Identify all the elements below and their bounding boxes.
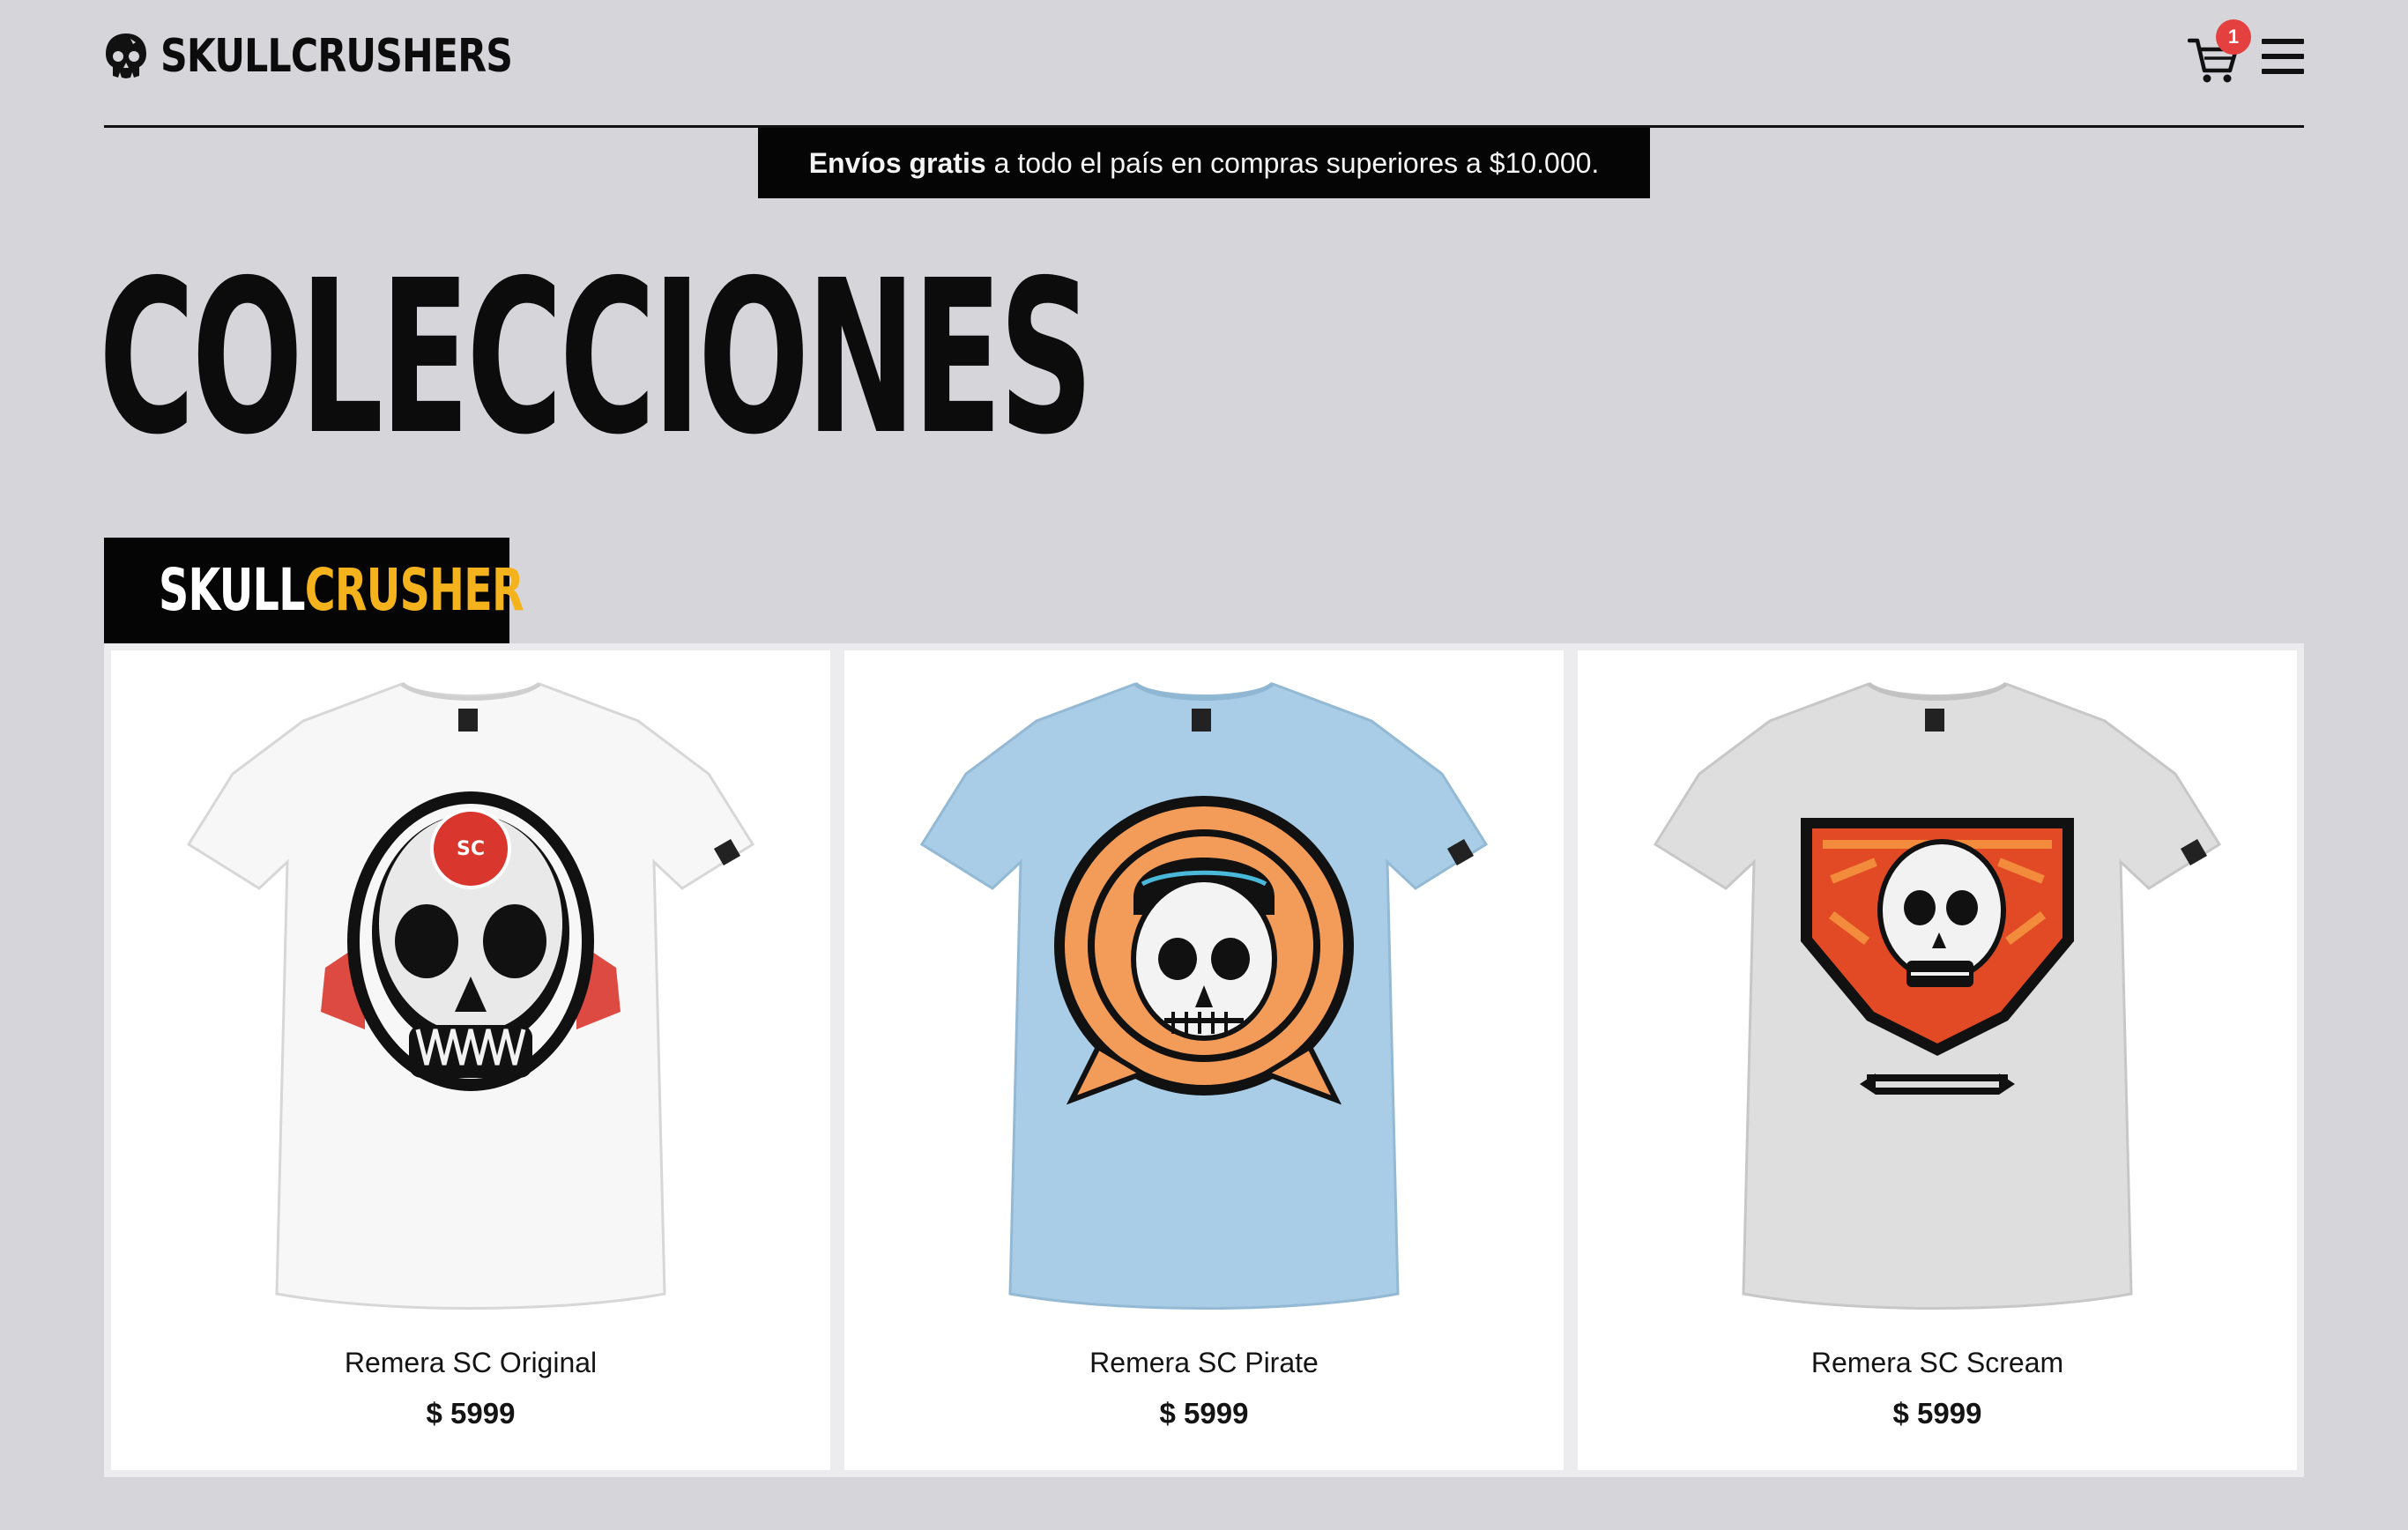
product-price: $ 5999 (1892, 1397, 1982, 1430)
menu-bar (2262, 39, 2304, 44)
collection-name: SKULLCRUSHER (159, 561, 524, 620)
collection-name-white: SKULL (159, 556, 305, 624)
product-price: $ 5999 (426, 1397, 516, 1430)
page-title: COLECCIONES (99, 234, 1094, 481)
cart-button[interactable]: 1 (2184, 19, 2251, 86)
cart-count-badge: 1 (2216, 19, 2251, 55)
skull-logo-icon (106, 33, 146, 78)
product-image[interactable]: SC (111, 677, 830, 1329)
menu-bar (2262, 54, 2304, 59)
promo-bold-text: Envíos gratis (808, 146, 986, 179)
product-image[interactable] (1578, 677, 2297, 1329)
product-grid: SC Remera SC Original $ 5999 Remera SC P… (104, 643, 2304, 1477)
tshirt-image: SC (186, 681, 755, 1310)
product-image[interactable] (844, 677, 1564, 1329)
tshirt-image (919, 681, 1489, 1310)
product-card[interactable]: SC Remera SC Original $ 5999 (111, 650, 830, 1470)
site-header: SKULLCRUSHERS 1 (104, 0, 2304, 128)
tshirt-image (1653, 681, 2222, 1310)
hamburger-menu-button[interactable] (2262, 39, 2304, 76)
shipping-promo-banner: Envíos gratis a todo el país en compras … (758, 128, 1650, 198)
product-price: $ 5999 (1159, 1397, 1249, 1430)
brand-name: SKULLCRUSHERS (160, 30, 513, 83)
product-name[interactable]: Remera SC Scream (1578, 1347, 2297, 1379)
svg-text:SC: SC (457, 838, 485, 860)
collection-tab-skullcrusher[interactable]: SKULLCRUSHER (104, 538, 524, 643)
promo-text: a todo el país en compras superiores a $… (993, 146, 1600, 179)
menu-bar (2262, 69, 2304, 74)
brand-logo[interactable]: SKULLCRUSHERS (104, 32, 590, 81)
collection-name-yellow: CRUSHER (304, 556, 524, 624)
product-card[interactable]: Remera SC Scream $ 5999 (1578, 650, 2297, 1470)
product-card[interactable]: Remera SC Pirate $ 5999 (844, 650, 1564, 1470)
product-name[interactable]: Remera SC Original (111, 1347, 830, 1379)
product-name[interactable]: Remera SC Pirate (844, 1347, 1564, 1379)
